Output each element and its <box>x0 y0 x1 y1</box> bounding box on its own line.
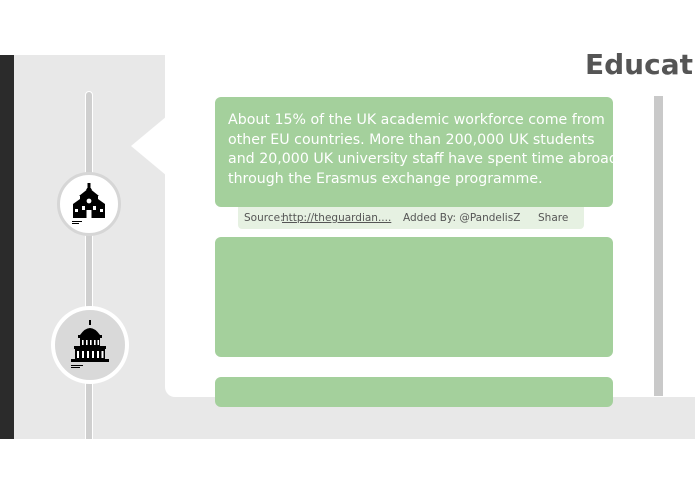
panel-pointer <box>131 116 167 176</box>
school-building-icon <box>72 183 105 224</box>
added-by-label: Added By: @PandelisZ <box>403 212 521 224</box>
panel-scrollbar[interactable] <box>654 96 663 396</box>
source-link[interactable]: http://theguardian.... <box>282 212 391 224</box>
fact-card-text: About 15% of the UK academic workforce c… <box>228 112 618 187</box>
fact-card-meta-bar: Source: http://theguardian.... Added By:… <box>238 207 584 229</box>
fact-card-empty[interactable] <box>215 377 613 407</box>
parliament-dome-icon <box>71 320 109 368</box>
fact-card[interactable]: About 15% of the UK academic workforce c… <box>215 97 618 207</box>
timeline-node-government[interactable] <box>51 306 129 384</box>
fact-card-empty[interactable] <box>215 237 613 357</box>
timeline-rail <box>85 91 93 439</box>
page-title: Educati <box>585 48 695 81</box>
timeline-node-education[interactable] <box>57 172 121 236</box>
share-button[interactable]: Share <box>538 212 568 224</box>
left-dark-strip <box>0 55 14 439</box>
source-label: Source: <box>244 212 284 224</box>
